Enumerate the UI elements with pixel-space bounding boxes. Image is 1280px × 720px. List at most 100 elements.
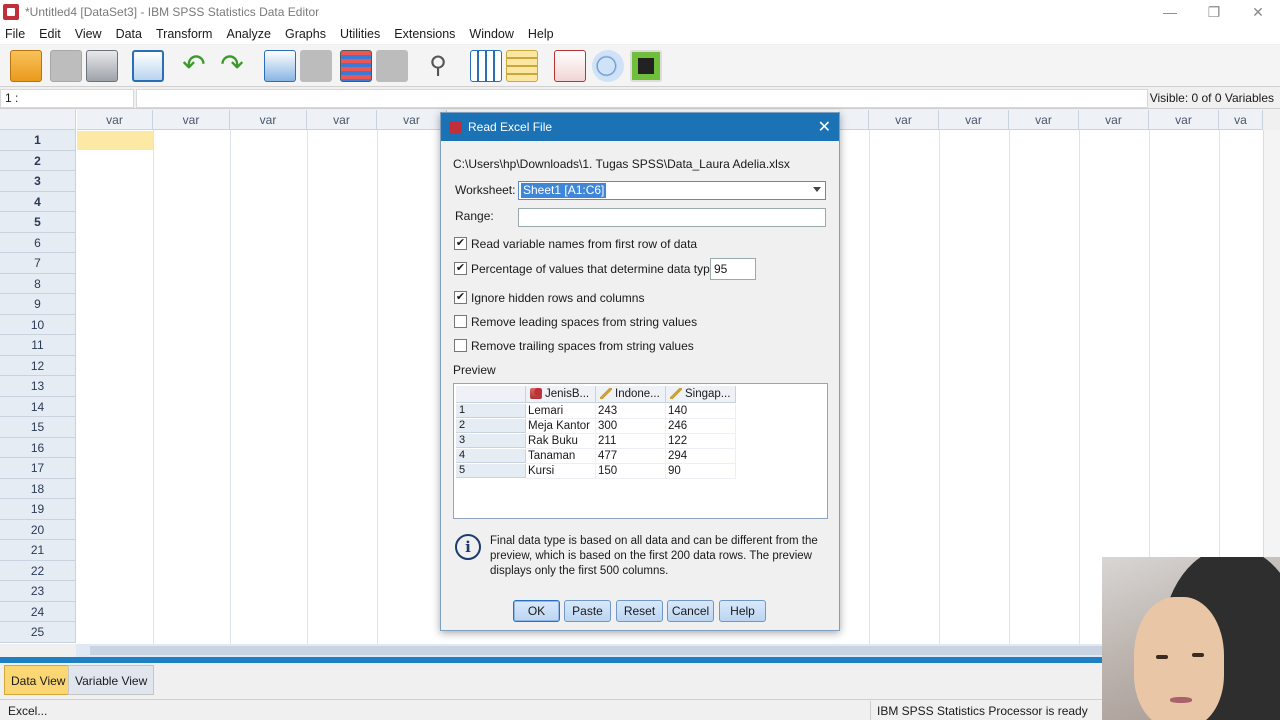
row-header[interactable]: 14 <box>0 396 76 417</box>
column-header[interactable]: va <box>1219 110 1263 130</box>
horizontal-scrollbar[interactable] <box>76 644 1126 657</box>
row-header[interactable]: 25 <box>0 622 76 643</box>
preview-column-header[interactable]: JenisB... <box>526 386 596 403</box>
column-header[interactable]: var <box>1149 110 1219 130</box>
grid-corner <box>0 110 76 130</box>
menu-analyze[interactable]: Analyze <box>221 27 279 41</box>
row-header[interactable]: 5 <box>0 212 76 233</box>
row-header[interactable]: 21 <box>0 540 76 561</box>
open-folder-icon[interactable] <box>10 50 42 82</box>
cancel-button[interactable]: Cancel <box>667 600 714 622</box>
row-header[interactable]: 9 <box>0 294 76 315</box>
checkbox-percentage[interactable]: ✔ <box>454 262 467 275</box>
dialog-title-bar[interactable]: Read Excel File ✕ <box>441 113 839 141</box>
percentage-input[interactable]: 95 <box>710 258 756 280</box>
restore-button[interactable]: ❐ <box>1192 0 1236 24</box>
column-header[interactable]: var <box>230 110 307 130</box>
row-header[interactable]: 16 <box>0 437 76 458</box>
column-header[interactable]: var <box>153 110 230 130</box>
paste-button[interactable]: Paste <box>564 600 611 622</box>
menu-file[interactable]: File <box>0 27 34 41</box>
checkbox-read-variable-names[interactable]: ✔ <box>454 237 467 250</box>
menu-edit[interactable]: Edit <box>34 27 70 41</box>
preview-row-header: 4 <box>456 449 526 463</box>
checkbox-ignore-hidden[interactable]: ✔ <box>454 291 467 304</box>
preview-cell: 140 <box>666 404 736 419</box>
goto-variable-icon[interactable] <box>300 50 332 82</box>
help-button[interactable]: Help <box>719 600 766 622</box>
dialog-close-icon[interactable]: ✕ <box>818 117 831 137</box>
row-header[interactable]: 4 <box>0 191 76 212</box>
menu-utilities[interactable]: Utilities <box>335 27 389 41</box>
redo-icon[interactable]: ↷ <box>216 50 248 82</box>
column-header[interactable]: var <box>939 110 1009 130</box>
save-icon[interactable] <box>50 50 82 82</box>
column-header[interactable]: var <box>1079 110 1149 130</box>
row-header[interactable]: 19 <box>0 499 76 520</box>
preview-column-header[interactable]: Indone... <box>596 386 666 403</box>
row-header[interactable]: 10 <box>0 314 76 335</box>
column-header[interactable]: var <box>869 110 939 130</box>
row-header[interactable]: 22 <box>0 560 76 581</box>
row-header[interactable]: 12 <box>0 355 76 376</box>
dialog-recall-icon[interactable] <box>132 50 164 82</box>
print-icon[interactable] <box>86 50 118 82</box>
menu-graphs[interactable]: Graphs <box>280 27 335 41</box>
row-header[interactable]: 2 <box>0 150 76 171</box>
cell-value-editor[interactable] <box>136 89 1148 108</box>
row-header[interactable]: 18 <box>0 478 76 499</box>
column-header[interactable] <box>838 110 869 130</box>
row-header[interactable]: 13 <box>0 376 76 397</box>
preview-cell: 477 <box>596 449 666 464</box>
row-header[interactable]: 17 <box>0 458 76 479</box>
row-header[interactable]: 15 <box>0 417 76 438</box>
ok-button[interactable]: OK <box>513 600 560 622</box>
row-header[interactable]: 20 <box>0 519 76 540</box>
row-header[interactable]: 8 <box>0 273 76 294</box>
use-sets-icon[interactable] <box>592 50 624 82</box>
insert-variable-icon[interactable] <box>506 50 538 82</box>
preview-column-header[interactable]: Singap... <box>666 386 736 403</box>
column-header[interactable]: var <box>377 110 447 130</box>
menu-view[interactable]: View <box>70 27 111 41</box>
row-header[interactable]: 11 <box>0 335 76 356</box>
row-header[interactable]: 23 <box>0 581 76 602</box>
close-window-button[interactable]: ✕ <box>1236 0 1280 24</box>
value-labels-icon[interactable] <box>554 50 586 82</box>
row-header[interactable]: 24 <box>0 601 76 622</box>
goto-case-icon[interactable] <box>264 50 296 82</box>
preview-cell: Meja Kantor <box>526 419 596 434</box>
column-header[interactable]: var <box>77 110 153 130</box>
status-left: Excel... <box>8 704 48 718</box>
tab-data-view[interactable]: Data View <box>4 665 73 695</box>
menu-extensions[interactable]: Extensions <box>389 27 464 41</box>
range-input[interactable] <box>518 208 826 227</box>
menu-window[interactable]: Window <box>464 27 522 41</box>
preview-cell: 211 <box>596 434 666 449</box>
reset-button[interactable]: Reset <box>616 600 663 622</box>
undo-icon[interactable]: ↶ <box>178 50 210 82</box>
menu-data[interactable]: Data <box>111 27 151 41</box>
run-descriptives-icon[interactable] <box>376 50 408 82</box>
worksheet-select[interactable]: Sheet1 [A1:C6] <box>518 181 826 200</box>
insert-cases-icon[interactable] <box>470 50 502 82</box>
scrollbar-thumb[interactable] <box>90 646 1126 655</box>
active-cell[interactable] <box>77 131 153 150</box>
checkbox-remove-leading-spaces[interactable] <box>454 315 467 328</box>
grid-line <box>230 130 231 644</box>
row-header[interactable]: 1 <box>0 130 76 151</box>
tab-variable-view[interactable]: Variable View <box>68 665 155 695</box>
add-ons-icon[interactable] <box>630 50 662 82</box>
row-header[interactable]: 7 <box>0 253 76 274</box>
menu-help[interactable]: Help <box>523 27 563 41</box>
minimize-button[interactable]: — <box>1148 0 1192 24</box>
row-header[interactable]: 3 <box>0 171 76 192</box>
find-icon[interactable]: ⚲ <box>422 50 454 82</box>
checkbox-remove-trailing-spaces[interactable] <box>454 339 467 352</box>
variables-icon[interactable] <box>340 50 372 82</box>
preview-table[interactable]: JenisB... Indone... Singap... 1 Lemari 2… <box>453 383 828 519</box>
column-header[interactable]: var <box>1009 110 1079 130</box>
menu-transform[interactable]: Transform <box>151 27 222 41</box>
column-header[interactable]: var <box>307 110 377 130</box>
row-header[interactable]: 6 <box>0 232 76 253</box>
